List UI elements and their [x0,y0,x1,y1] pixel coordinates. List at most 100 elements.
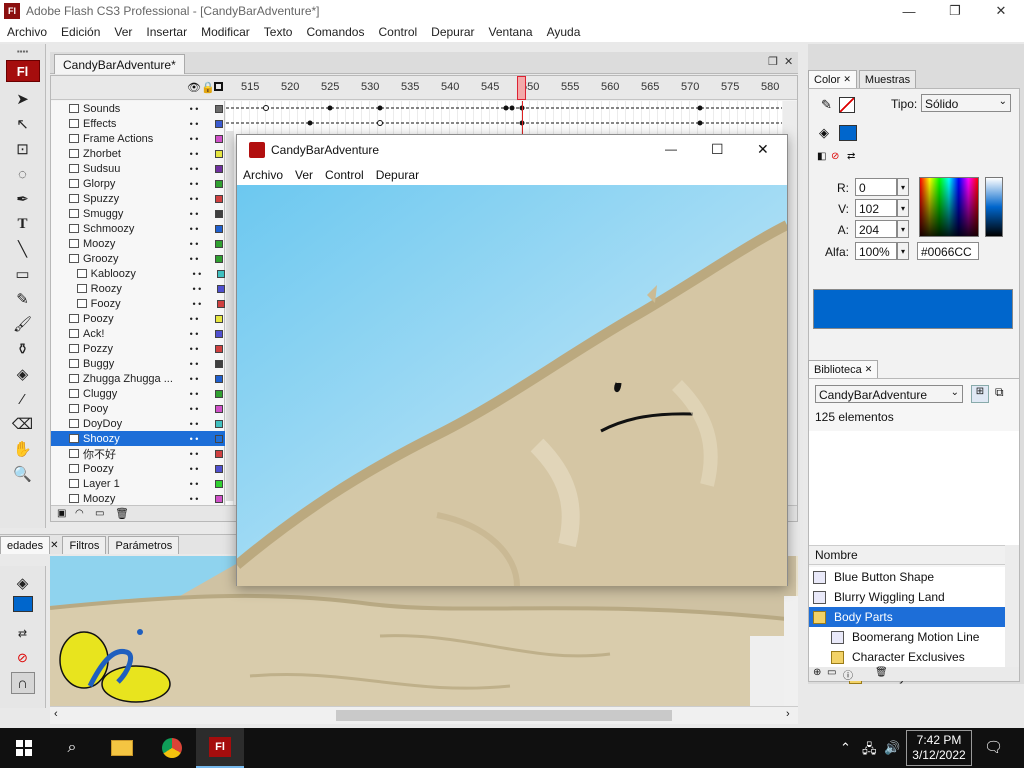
eyedropper-icon[interactable]: ⁄ [11,388,35,410]
pen-icon[interactable]: ✒ [11,188,35,210]
new-library-icon[interactable]: ⧉ [995,385,1004,400]
layer-row[interactable]: Ack! • • [51,326,225,341]
pencil-icon[interactable]: ✎ [11,288,35,310]
start-button[interactable] [0,728,48,768]
doc-restore-button[interactable]: ❐ [768,55,778,68]
brush-icon[interactable]: 🖌 [11,313,35,335]
eraser-icon[interactable]: ⌫ [11,413,35,435]
stage-hscrollbar[interactable]: ‹ › [50,706,798,724]
menu-insertar[interactable]: Insertar [139,25,194,39]
menu-comandos[interactable]: Comandos [299,25,371,39]
line-icon[interactable]: ╲ [11,238,35,260]
layer-visibility-toggles[interactable]: • • [183,299,212,309]
layer-row[interactable]: Frame Actions • • [51,131,225,146]
stroke-pencil-icon[interactable]: ✎ [821,97,832,113]
volume-icon[interactable]: 🔊 [884,740,900,756]
layer-row[interactable]: Glorpy • • [51,176,225,191]
text-icon[interactable]: T [11,213,35,235]
scroll-left-icon[interactable]: ‹ [54,708,58,720]
menu-ver[interactable]: Ver [107,25,139,39]
layer-visibility-toggles[interactable]: • • [179,374,209,384]
tab-color[interactable]: Color ✕ [808,70,857,88]
fill-color-swatch[interactable] [12,596,33,612]
layer-outline-color[interactable] [215,209,223,218]
layer-row[interactable]: Zhugga Zhugga ... • • [51,371,225,386]
restore-button[interactable]: ❐ [932,0,978,22]
search-icon[interactable]: ⌕ [48,728,96,768]
layer-outline-color[interactable] [215,224,223,233]
layer-row[interactable]: Schmoozy • • [51,221,225,236]
layer-visibility-toggles[interactable]: • • [179,344,209,354]
library-item[interactable]: Boomerang Motion Line [809,627,1005,647]
library-item[interactable]: Character Exclusives [809,647,1005,667]
menu-archivo[interactable]: Archivo [0,25,54,39]
layer-row[interactable]: Smuggy • • [51,206,225,221]
layer-visibility-toggles[interactable]: • • [179,419,209,429]
layer-outline-color[interactable] [215,359,223,368]
layer-visibility-toggles[interactable]: • • [179,119,209,129]
layer-outline-color[interactable] [217,284,226,293]
system-clock[interactable]: 7:42 PM 3/12/2022 [906,730,972,766]
menu-ventana[interactable]: Ventana [482,25,540,39]
layer-outline-color[interactable] [215,149,223,158]
layer-visibility-toggles[interactable]: • • [179,434,209,444]
menu-depurar[interactable]: Depurar [424,25,481,39]
layer-outline-color[interactable] [215,254,223,263]
menu-edicion[interactable]: Edición [54,25,107,39]
tab-parametros[interactable]: Parámetros [108,536,180,554]
layer-row[interactable]: Groozy • • [51,251,225,266]
layer-visibility-toggles[interactable]: • • [179,164,209,174]
layer-row[interactable]: Pozzy • • [51,341,225,356]
v-field[interactable]: 102 [855,199,897,217]
fill-bucket-icon[interactable]: ◈ [819,125,829,141]
close-button[interactable]: ✕ [978,0,1024,22]
layer-visibility-toggles[interactable]: • • [179,464,209,474]
player-menu-archivo[interactable]: Archivo [237,168,289,182]
swap-colors-icon[interactable]: ⇄ [847,151,855,162]
doc-close-button[interactable]: ✕ [784,55,793,68]
layer-row[interactable]: Pooy • • [51,401,225,416]
layer-visibility-toggles[interactable]: • • [179,479,209,489]
layer-visibility-toggles[interactable]: • • [179,224,209,234]
layer-outline-color[interactable] [215,164,223,173]
layer-outline-color[interactable] [215,494,223,503]
layer-visibility-toggles[interactable]: • • [179,404,209,414]
layer-row[interactable]: Shoozy • • [51,431,225,446]
free-transform-icon[interactable]: ⊡ [11,138,35,160]
playhead[interactable] [517,76,526,100]
delete-layer-icon[interactable]: 🗑 [115,507,129,520]
layer-visibility-toggles[interactable]: • • [179,134,209,144]
ink-bottle-icon[interactable]: ⚱ [11,338,35,360]
layer-outline-color[interactable] [215,239,223,248]
fill-bucket-icon[interactable]: ◈ [11,572,35,594]
layer-outline-color[interactable] [215,389,223,398]
flash-icon[interactable]: Fl [196,728,244,768]
player-menu-depurar[interactable]: Depurar [370,168,425,182]
show-hidden-icons-icon[interactable]: ⌃ [840,740,851,756]
player-menu-ver[interactable]: Ver [289,168,319,182]
layer-outline-color[interactable] [215,314,223,323]
library-document-select[interactable]: CandyBarAdventure ⌄ [815,385,963,403]
no-color-icon[interactable]: ⊘ [11,647,35,669]
layer-visibility-toggles[interactable]: • • [179,209,209,219]
layer-visibility-toggles[interactable]: • • [179,359,209,369]
layer-visibility-toggles[interactable]: • • [179,194,209,204]
properties-icon[interactable]: ⓘ [843,667,853,682]
network-icon[interactable]: 🖧 [862,740,877,762]
new-folder-icon[interactable]: ▭ [95,508,104,519]
stroke-none-swatch[interactable] [839,97,855,113]
player-viewport[interactable] [237,185,787,586]
layer-outline-color[interactable] [215,374,223,383]
chrome-icon[interactable] [148,728,196,768]
layer-row[interactable]: Moozy • • [51,236,225,251]
layer-row[interactable]: Poozy • • [51,311,225,326]
add-guide-icon[interactable]: ◠ [75,508,84,519]
layer-row[interactable]: Foozy • • [51,296,226,311]
minimize-button[interactable]: — [886,0,932,22]
tab-filtros[interactable]: Filtros [62,536,107,554]
new-symbol-icon[interactable]: ⊕ [813,667,821,678]
player-maximize-button[interactable]: ☐ [711,141,724,158]
alpha-stepper[interactable]: ▾ [897,242,909,260]
r-field[interactable]: 0 [855,178,897,196]
close-tab-icon[interactable]: ✕ [865,364,873,375]
